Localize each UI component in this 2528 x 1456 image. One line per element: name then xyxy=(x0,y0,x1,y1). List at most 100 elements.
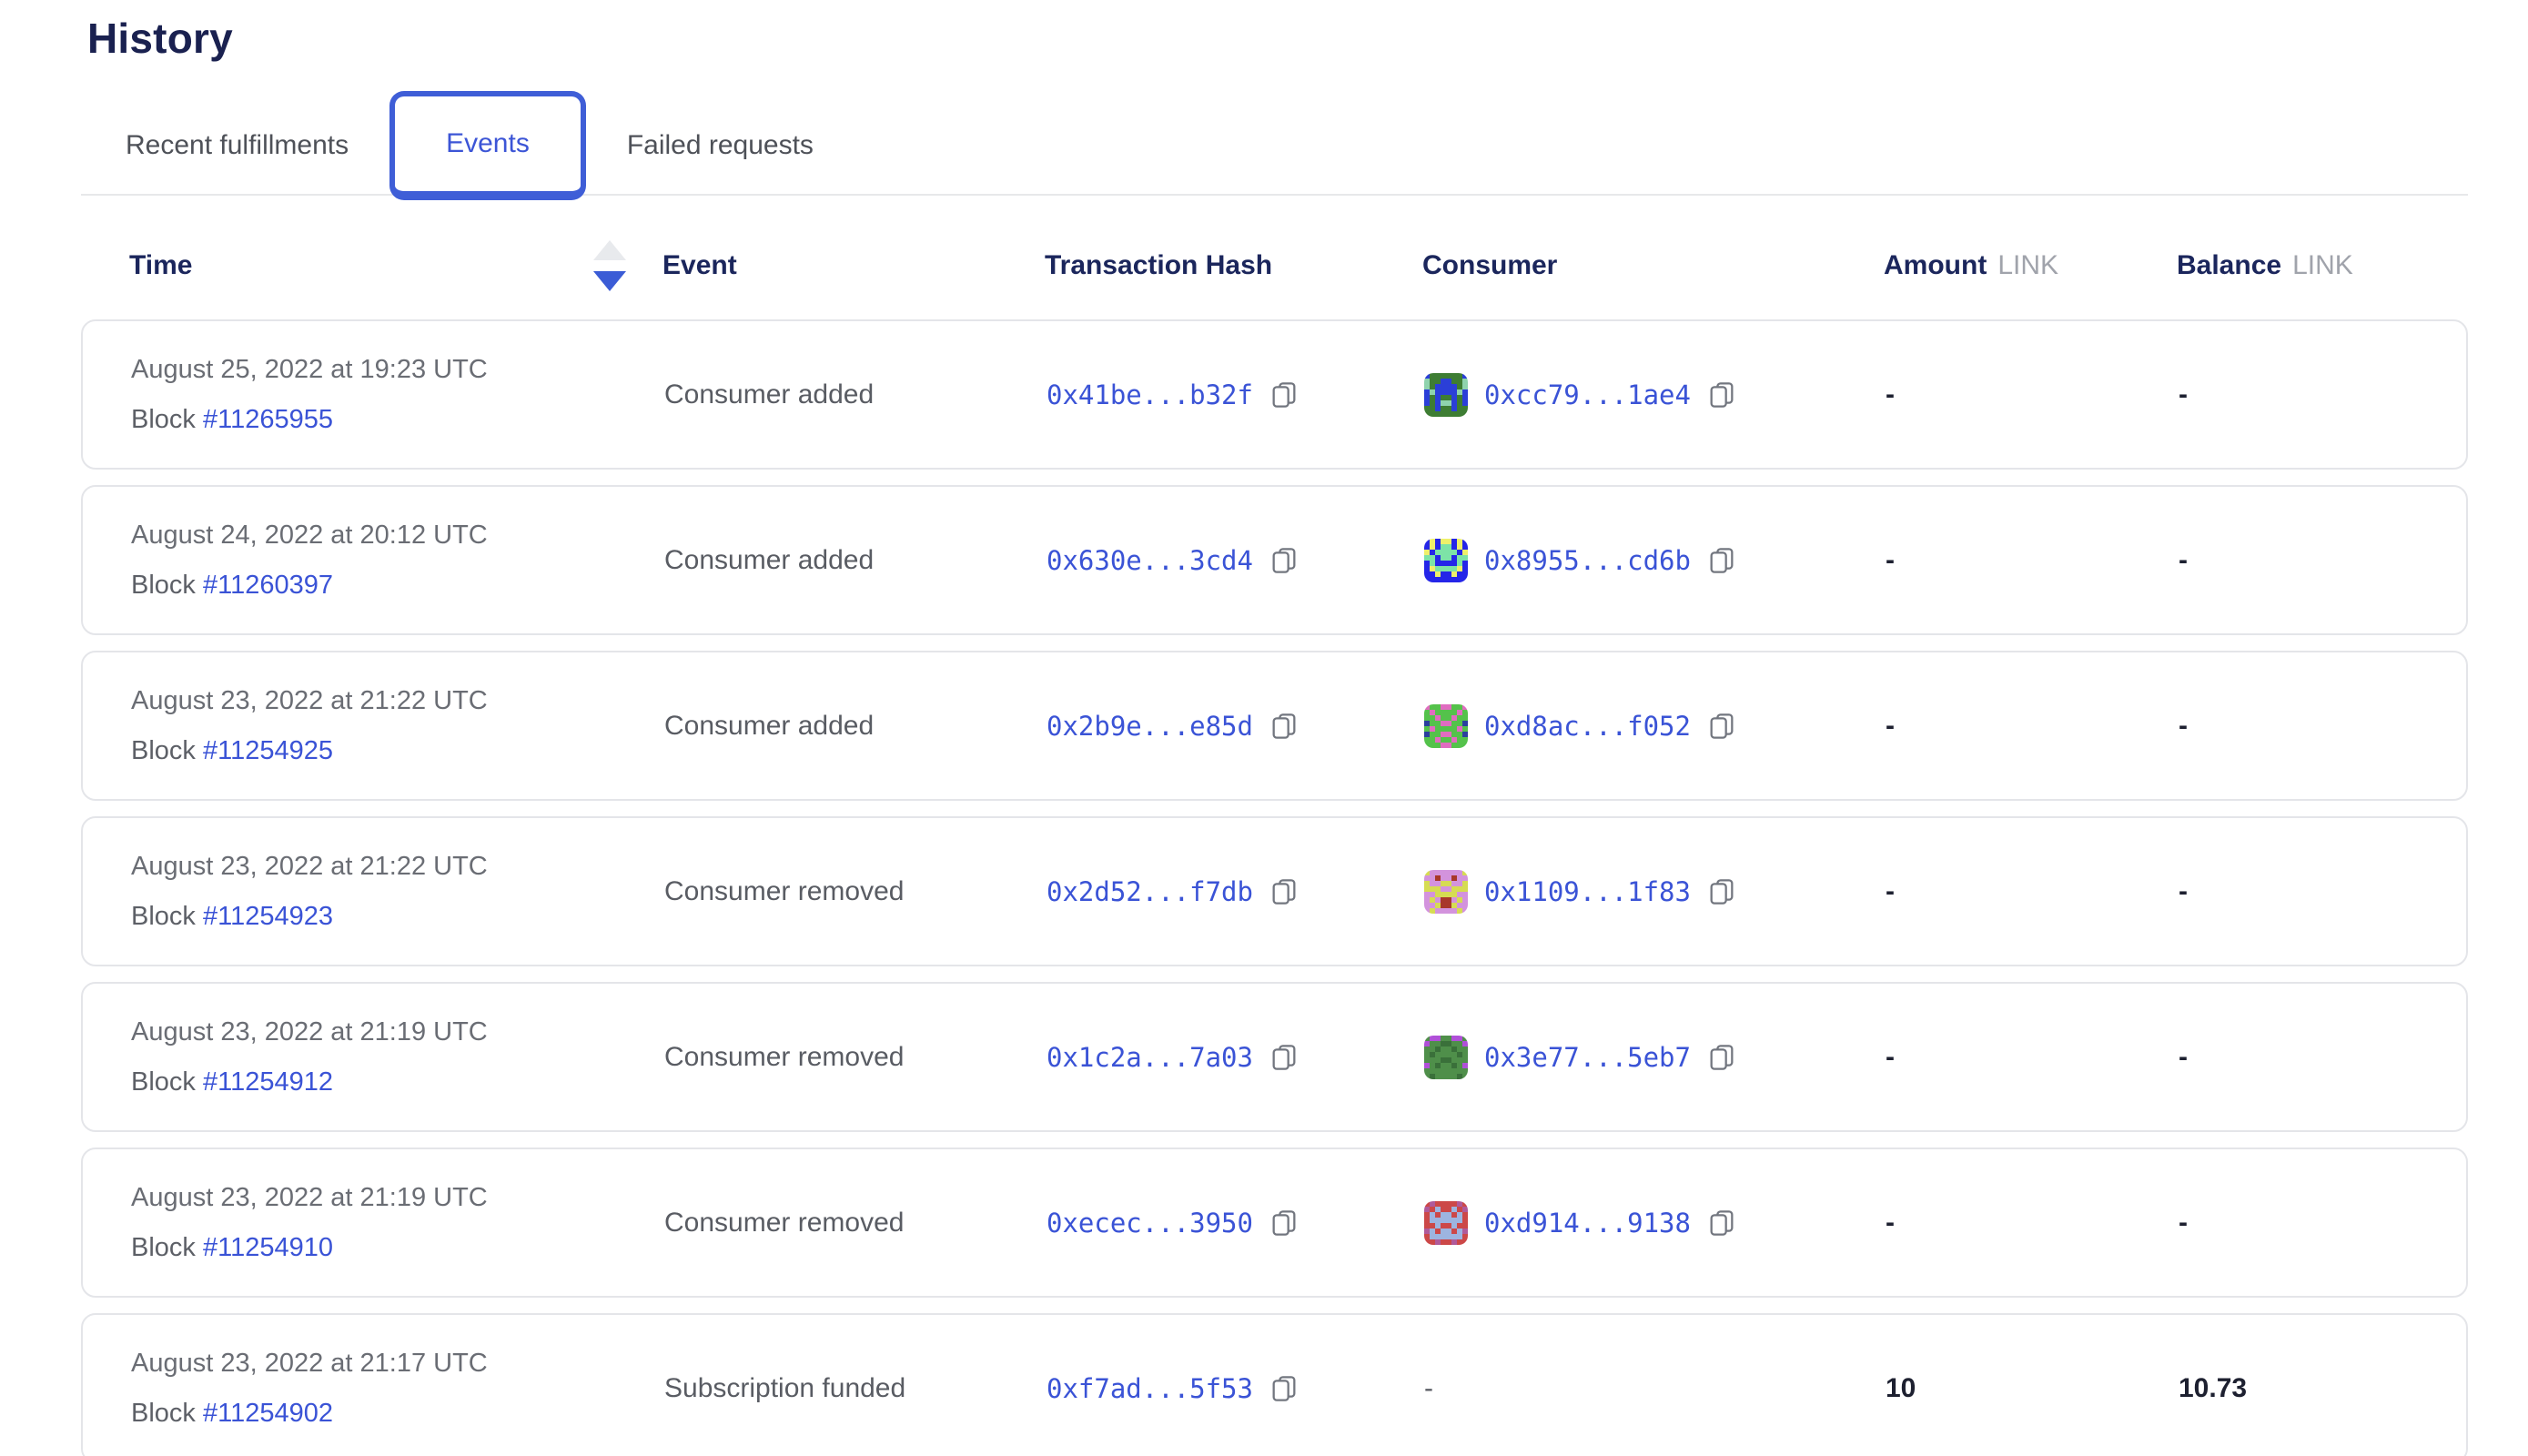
consumer-address-link[interactable]: 0x8955...cd6b xyxy=(1484,545,1691,576)
copy-consumer-address-button[interactable] xyxy=(1707,546,1736,575)
consumer-identity: 0xd8ac...f052 xyxy=(1424,704,1886,748)
copy-transaction-hash-button[interactable] xyxy=(1269,877,1299,906)
balance-cell: - xyxy=(2179,545,2466,576)
transaction-hash-link[interactable]: 0xf7ad...5f53 xyxy=(1047,1373,1253,1404)
block-label: Block xyxy=(131,1399,196,1428)
column-header-amount[interactable]: Amount LINK xyxy=(1884,250,2177,281)
column-header-time[interactable]: Time xyxy=(129,240,662,291)
copy-icon xyxy=(1707,877,1736,906)
event-type: Consumer added xyxy=(664,379,874,410)
event-timestamp: August 24, 2022 at 20:12 UTC xyxy=(131,521,664,551)
transaction-hash-cell: 0x2d52...f7db xyxy=(1047,876,1424,907)
time-cell: August 23, 2022 at 21:19 UTC Block #1125… xyxy=(131,1017,664,1097)
consumer-address-link[interactable]: 0xd914...9138 xyxy=(1484,1208,1691,1239)
amount-value: - xyxy=(1886,876,1895,906)
consumer-cell: 0xd8ac...f052 xyxy=(1424,704,1886,748)
transaction-hash-link[interactable]: 0x41be...b32f xyxy=(1047,379,1253,410)
event-type: Consumer removed xyxy=(664,1042,904,1072)
consumer-cell: 0xcc79...1ae4 xyxy=(1424,373,1886,417)
block-line: Block #11254910 xyxy=(131,1233,664,1263)
block-number-link[interactable]: #11254902 xyxy=(203,1399,333,1428)
consumer-address-link[interactable]: 0xcc79...1ae4 xyxy=(1484,379,1691,410)
block-line: Block #11254902 xyxy=(131,1399,664,1429)
copy-consumer-address-button[interactable] xyxy=(1707,877,1736,906)
block-number-link[interactable]: #11254925 xyxy=(203,736,333,765)
event-timestamp: August 23, 2022 at 21:22 UTC xyxy=(131,852,664,882)
balance-cell: 10.73 xyxy=(2179,1373,2466,1404)
consumer-address-link[interactable]: 0x3e77...5eb7 xyxy=(1484,1042,1691,1073)
block-line: Block #11254925 xyxy=(131,736,664,766)
page-title: History xyxy=(87,13,233,64)
transaction-hash-link[interactable]: 0x2d52...f7db xyxy=(1047,876,1253,907)
copy-consumer-address-button[interactable] xyxy=(1707,380,1736,410)
table-row: August 23, 2022 at 21:19 UTC Block #1125… xyxy=(81,982,2468,1132)
event-timestamp: August 23, 2022 at 21:19 UTC xyxy=(131,1017,664,1047)
copy-icon xyxy=(1707,546,1736,575)
block-number-link[interactable]: #11254910 xyxy=(203,1233,333,1262)
consumer-identity: 0xd914...9138 xyxy=(1424,1201,1886,1245)
block-number-link[interactable]: #11265955 xyxy=(203,405,333,434)
transaction-hash-link[interactable]: 0x630e...3cd4 xyxy=(1047,545,1253,576)
consumer-identicon xyxy=(1424,704,1468,748)
event-type: Consumer removed xyxy=(664,1208,904,1238)
table-header-row: Time Event Transaction Hash Consumer Amo… xyxy=(81,226,2468,306)
copy-icon xyxy=(1269,546,1299,575)
copy-consumer-address-button[interactable] xyxy=(1707,712,1736,741)
transaction-hash-link[interactable]: 0x1c2a...7a03 xyxy=(1047,1042,1253,1073)
consumer-identity: 0x3e77...5eb7 xyxy=(1424,1036,1886,1079)
transaction-hash-link[interactable]: 0xecec...3950 xyxy=(1047,1208,1253,1239)
consumer-empty-dash: - xyxy=(1424,1373,1433,1403)
copy-transaction-hash-button[interactable] xyxy=(1269,1374,1299,1403)
consumer-address-link[interactable]: 0xd8ac...f052 xyxy=(1484,711,1691,742)
transaction-hash-cell: 0x1c2a...7a03 xyxy=(1047,1042,1424,1073)
balance-value: - xyxy=(2179,545,2188,575)
balance-value: - xyxy=(2179,379,2188,410)
block-number-link[interactable]: #11254912 xyxy=(203,1067,333,1097)
column-header-transaction-hash[interactable]: Transaction Hash xyxy=(1045,250,1422,281)
amount-value: - xyxy=(1886,1208,1895,1238)
amount-cell: - xyxy=(1886,1042,2179,1073)
event-cell: Consumer removed xyxy=(664,1208,1047,1239)
amount-unit-label: LINK xyxy=(1997,250,2058,281)
column-header-balance[interactable]: Balance LINK xyxy=(2177,250,2468,281)
consumer-cell: 0xd914...9138 xyxy=(1424,1201,1886,1245)
balance-cell: - xyxy=(2179,1042,2466,1073)
column-header-consumer[interactable]: Consumer xyxy=(1422,250,1884,281)
event-cell: Consumer removed xyxy=(664,1042,1047,1073)
copy-icon xyxy=(1269,1208,1299,1238)
copy-consumer-address-button[interactable] xyxy=(1707,1043,1736,1072)
consumer-identicon xyxy=(1424,539,1468,582)
table-row: August 23, 2022 at 21:17 UTC Block #1125… xyxy=(81,1313,2468,1456)
column-header-event[interactable]: Event xyxy=(662,250,1045,281)
consumer-cell: 0x1109...1f83 xyxy=(1424,870,1886,914)
amount-value: - xyxy=(1886,379,1895,410)
sort-descending-icon[interactable] xyxy=(593,240,626,291)
consumer-identity: 0x1109...1f83 xyxy=(1424,870,1886,914)
block-number-link[interactable]: #11260397 xyxy=(203,571,333,600)
block-number-link[interactable]: #11254923 xyxy=(203,902,333,931)
block-label: Block xyxy=(131,1067,196,1097)
balance-cell: - xyxy=(2179,1208,2466,1239)
tab-recent-fulfillments[interactable]: Recent fulfillments xyxy=(126,130,349,161)
copy-transaction-hash-button[interactable] xyxy=(1269,712,1299,741)
time-cell: August 25, 2022 at 19:23 UTC Block #1126… xyxy=(131,355,664,435)
block-label: Block xyxy=(131,1233,196,1262)
balance-value: - xyxy=(2179,711,2188,741)
transaction-hash-link[interactable]: 0x2b9e...e85d xyxy=(1047,711,1253,742)
copy-transaction-hash-button[interactable] xyxy=(1269,1208,1299,1238)
events-table-body: August 25, 2022 at 19:23 UTC Block #1126… xyxy=(81,319,2468,1456)
consumer-address-link[interactable]: 0x1109...1f83 xyxy=(1484,876,1691,907)
event-cell: Consumer added xyxy=(664,711,1047,742)
consumer-identicon xyxy=(1424,1036,1468,1079)
copy-transaction-hash-button[interactable] xyxy=(1269,546,1299,575)
copy-icon xyxy=(1707,712,1736,741)
copy-transaction-hash-button[interactable] xyxy=(1269,1043,1299,1072)
balance-value: - xyxy=(2179,1042,2188,1072)
table-row: August 25, 2022 at 19:23 UTC Block #1126… xyxy=(81,319,2468,470)
tab-failed-requests[interactable]: Failed requests xyxy=(627,130,814,161)
balance-value: - xyxy=(2179,876,2188,906)
copy-transaction-hash-button[interactable] xyxy=(1269,380,1299,410)
tab-events[interactable]: Events xyxy=(389,91,586,200)
copy-consumer-address-button[interactable] xyxy=(1707,1208,1736,1238)
block-label: Block xyxy=(131,571,196,600)
